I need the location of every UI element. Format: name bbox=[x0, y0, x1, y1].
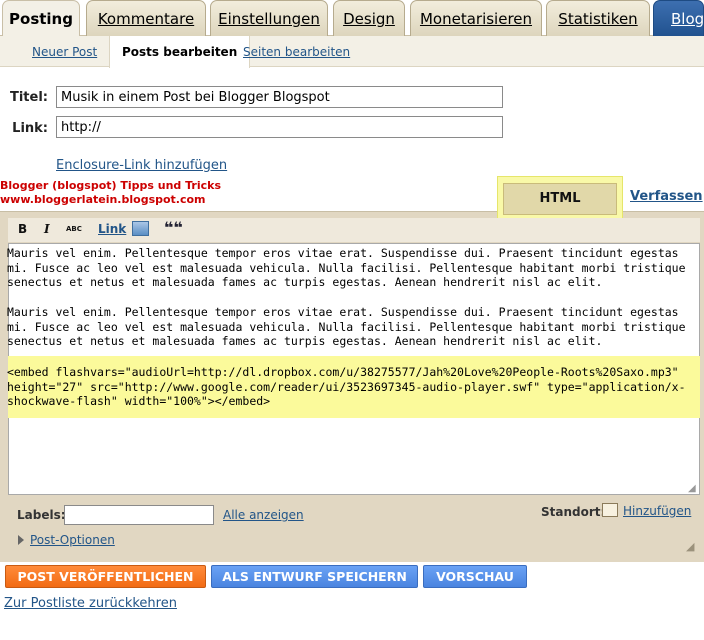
textarea-resize-grip-icon[interactable]: ◢ bbox=[688, 483, 696, 494]
preview-button[interactable]: VORSCHAU bbox=[423, 565, 527, 588]
tab-kommentare[interactable]: Kommentare bbox=[86, 0, 206, 36]
title-label: Titel: bbox=[9, 90, 48, 105]
html-mode-highlight: HTML bearbeiten bbox=[497, 176, 623, 236]
italic-button[interactable]: I bbox=[44, 222, 50, 236]
tab-posting[interactable]: Posting bbox=[2, 0, 80, 37]
title-input[interactable]: Musik in einem Post bei Blogger Blogspot bbox=[56, 86, 503, 108]
tab-design[interactable]: Design bbox=[333, 0, 405, 36]
tab-einstellungen[interactable]: Einstellungen bbox=[210, 0, 328, 36]
watermark-line-2: www.bloggerlatein.blogspot.com bbox=[0, 193, 206, 206]
quote-icon[interactable]: ❝❝ bbox=[164, 218, 183, 237]
spellcheck-button[interactable]: ABC bbox=[66, 225, 82, 233]
post-options-link[interactable]: Post-Optionen bbox=[30, 533, 115, 547]
subtab-edit-pages[interactable]: Seiten bearbeiten bbox=[243, 45, 350, 59]
labels-input[interactable] bbox=[64, 505, 214, 525]
tab-statistiken-label: Statistiken bbox=[558, 10, 638, 28]
tab-monetarisieren[interactable]: Monetarisieren bbox=[410, 0, 542, 36]
location-label: Standort: bbox=[541, 505, 606, 519]
html-mode-tab[interactable]: HTML bearbeiten bbox=[503, 183, 617, 236]
compose-mode-tab[interactable]: Verfassen bbox=[630, 189, 703, 204]
watermark-text: Blogger (blogspot) Tipps und Tricks www.… bbox=[0, 179, 221, 207]
tab-blog[interactable]: Blog a bbox=[653, 0, 704, 64]
paragraph-1: Mauris vel enim. Pellentesque tempor ero… bbox=[7, 246, 686, 290]
main-tab-bar: Posting Kommentare Einstellungen Design … bbox=[0, 0, 704, 64]
watermark-line-1: Blogger (blogspot) Tipps und Tricks bbox=[0, 179, 222, 192]
publish-button[interactable]: POST VERÖFFENTLICHEN bbox=[5, 565, 206, 588]
expand-arrow-icon[interactable] bbox=[18, 535, 24, 545]
subtab-new-post[interactable]: Neuer Post bbox=[32, 45, 97, 59]
labels-label: Labels: bbox=[17, 508, 66, 522]
tab-posting-label: Posting bbox=[9, 10, 73, 28]
subtab-edit-posts[interactable]: Posts bearbeiten bbox=[109, 36, 251, 68]
bold-button[interactable]: B bbox=[18, 222, 27, 236]
back-to-post-list-link[interactable]: Zur Postliste zurückkehren bbox=[4, 596, 177, 611]
map-icon[interactable] bbox=[602, 503, 618, 517]
save-draft-button[interactable]: ALS ENTWURF SPEICHERN bbox=[211, 565, 418, 588]
image-icon[interactable] bbox=[132, 221, 149, 236]
tab-einstellungen-label: Einstellungen bbox=[218, 10, 320, 28]
tab-statistiken[interactable]: Statistiken bbox=[546, 0, 650, 36]
tab-design-label: Design bbox=[343, 10, 395, 28]
link-button[interactable]: Link bbox=[98, 222, 126, 236]
sub-tab-bar: Neuer Post Posts bearbeiten Seiten bearb… bbox=[0, 36, 704, 68]
show-all-labels-link[interactable]: Alle anzeigen bbox=[223, 508, 304, 522]
paragraph-2: Mauris vel enim. Pellentesque tempor ero… bbox=[7, 305, 686, 349]
location-add-link[interactable]: Hinzufügen bbox=[623, 504, 691, 518]
frame-resize-grip-icon[interactable]: ◢ bbox=[686, 540, 694, 553]
link-label: Link: bbox=[12, 121, 48, 136]
embed-code: <embed flashvars="audioUrl=http://dl.dro… bbox=[7, 365, 686, 409]
enclosure-link[interactable]: Enclosure-Link hinzufügen bbox=[56, 158, 227, 173]
link-input[interactable]: http:// bbox=[56, 116, 503, 138]
tab-kommentare-label: Kommentare bbox=[97, 10, 195, 28]
tab-monetarisieren-label: Monetarisieren bbox=[419, 10, 533, 28]
